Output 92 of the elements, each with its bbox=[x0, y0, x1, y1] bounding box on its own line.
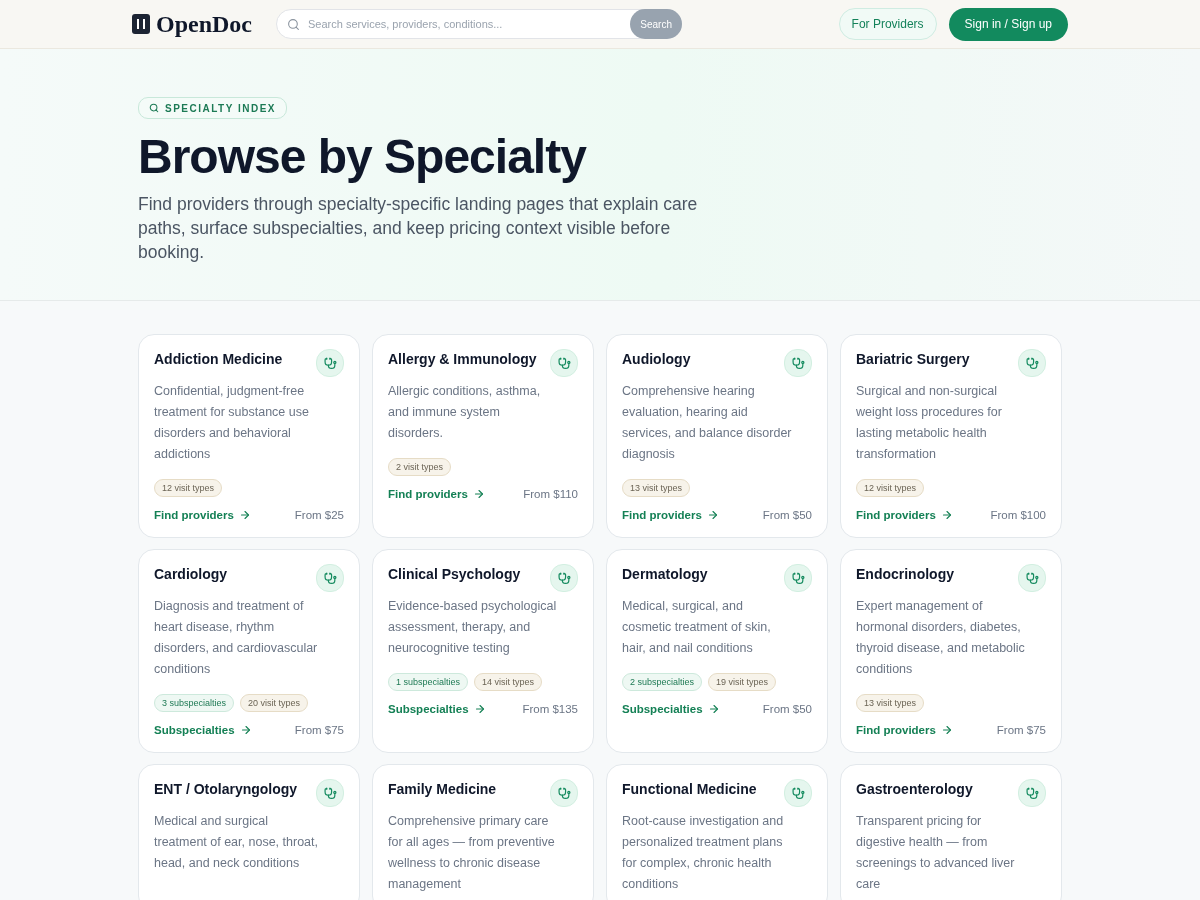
card-title: Endocrinology bbox=[856, 566, 954, 582]
visit-count-tag: 12 visit types bbox=[154, 479, 223, 497]
card-title: Gastroenterology bbox=[856, 781, 973, 797]
card-title: Dermatology bbox=[622, 566, 708, 582]
arrow-icon bbox=[473, 703, 486, 715]
stethoscope-icon bbox=[1018, 779, 1046, 807]
arrow-icon bbox=[472, 488, 485, 500]
card-description: Allergic conditions, asthma, and immune system disorders. bbox=[388, 383, 542, 442]
specialty-card[interactable]: Addiction Medicine Confidential, judgment-free treatment for substance use disorders and behavioral addictions 12 visit types Find providers From $25 bbox=[138, 334, 360, 538]
specialty-card[interactable]: Cardiology Diagnosis and treatment of heart disease, rhythm disorders, and cardiovascular conditions 3 subspecialties 20 visit types Subspecialties From $75 bbox=[138, 549, 360, 753]
search-icon bbox=[287, 17, 300, 31]
card-link[interactable]: Find providers bbox=[856, 724, 953, 736]
visit-count-tag: 14 visit types bbox=[474, 673, 543, 691]
specialty-card[interactable]: Dermatology Medical, surgical, and cosmetic treatment of skin, hair, and nail conditions 2 subspecialties 19 visit types Subspecialties From $50 bbox=[606, 549, 828, 753]
visit-count-tag: 13 visit types bbox=[856, 694, 925, 712]
card-description: Transparent pricing for digestive health — from screenings to advanced liver care bbox=[856, 813, 1016, 893]
card-description: Root-cause investigation and personalized treatment plans for complex, chronic health conditions bbox=[622, 813, 785, 893]
stethoscope-icon bbox=[1018, 349, 1046, 377]
stethoscope-icon bbox=[550, 349, 578, 377]
card-description: Evidence-based psychological assessment, therapy, and neurocognitive testing bbox=[388, 598, 558, 657]
logo-icon bbox=[132, 14, 150, 34]
card-description: Surgical and non-surgical weight loss procedures for lasting metabolic health transformation bbox=[856, 383, 1003, 463]
stethoscope-icon bbox=[784, 349, 812, 377]
visit-count-tag: 20 visit types bbox=[240, 694, 309, 712]
price-label: From $75 bbox=[294, 724, 344, 736]
subspecialty-count-tag: 3 subspecialties bbox=[154, 694, 235, 712]
for-providers-button[interactable]: For Providers bbox=[838, 8, 937, 40]
card-link[interactable]: Find providers bbox=[856, 509, 953, 521]
card-title: Clinical Psychology bbox=[388, 566, 521, 582]
price-label: From $25 bbox=[294, 509, 344, 521]
card-link[interactable]: Find providers bbox=[622, 509, 719, 521]
price-label: From $100 bbox=[990, 509, 1046, 521]
specialty-card[interactable]: Bariatric Surgery Surgical and non-surgical weight loss procedures for lasting metabolic health transformation 12 visit types Find providers From $100 bbox=[840, 334, 1062, 538]
stethoscope-icon bbox=[316, 779, 344, 807]
card-description: Diagnosis and treatment of heart disease, rhythm disorders, and cardiovascular conditions bbox=[154, 598, 319, 678]
specialty-card[interactable]: Gastroenterology Transparent pricing for digestive health — from screenings to advanced liver care bbox=[840, 764, 1062, 900]
specialty-card[interactable]: Clinical Psychology Evidence-based psychological assessment, therapy, and neurocognitive testing 1 subspecialties 14 visit types Subspecialties From $135 bbox=[372, 549, 594, 753]
card-title: Cardiology bbox=[154, 566, 228, 582]
search-icon bbox=[149, 103, 159, 113]
price-label: From $50 bbox=[762, 509, 812, 521]
card-title: ENT / Otolaryngology bbox=[154, 781, 298, 797]
card-link[interactable]: Subspecialties bbox=[622, 703, 720, 715]
subspecialty-count-tag: 1 subspecialties bbox=[388, 673, 469, 691]
card-link[interactable]: Find providers bbox=[154, 509, 251, 521]
card-link[interactable]: Subspecialties bbox=[388, 703, 486, 715]
card-title: Audiology bbox=[622, 351, 691, 367]
card-description: Confidential, judgment-free treatment for substance use disorders and behavioral addictions bbox=[154, 383, 310, 463]
specialty-card[interactable]: Endocrinology Expert management of hormonal disorders, diabetes, thyroid disease, and metabolic conditions 13 visit types Find providers From $75 bbox=[840, 549, 1062, 753]
stethoscope-icon bbox=[1018, 564, 1046, 592]
specialty-card[interactable]: Functional Medicine Root-cause investigation and personalized treatment plans for complex, chronic health conditions bbox=[606, 764, 828, 900]
card-description: Expert management of hormonal disorders, diabetes, thyroid disease, and metabolic conditions bbox=[856, 598, 1026, 678]
stethoscope-icon bbox=[550, 779, 578, 807]
card-link[interactable]: Find providers bbox=[388, 488, 485, 500]
card-title: Functional Medicine bbox=[622, 781, 757, 797]
arrow-icon bbox=[940, 724, 953, 736]
specialty-card[interactable]: Family Medicine Comprehensive primary care for all ages — from preventive wellness to chronic disease management bbox=[372, 764, 594, 900]
visit-count-tag: 19 visit types bbox=[708, 673, 777, 691]
price-label: From $50 bbox=[762, 703, 812, 715]
visit-count-tag: 12 visit types bbox=[856, 479, 925, 497]
arrow-icon bbox=[940, 509, 953, 521]
price-label: From $75 bbox=[996, 724, 1046, 736]
stethoscope-icon bbox=[550, 564, 578, 592]
page-title: Browse by Specialty bbox=[138, 129, 588, 184]
price-label: From $110 bbox=[523, 488, 578, 500]
stethoscope-icon bbox=[316, 564, 344, 592]
sign-in-button[interactable]: Sign in / Sign up bbox=[948, 7, 1068, 41]
card-title: Allergy & Immunology bbox=[388, 351, 537, 367]
card-title: Bariatric Surgery bbox=[856, 351, 970, 367]
specialty-card[interactable]: ENT / Otolaryngology Medical and surgical treatment of ear, nose, throat, head, and neck conditions bbox=[138, 764, 360, 900]
stethoscope-icon bbox=[316, 349, 344, 377]
logo-text: OpenDoc bbox=[156, 10, 252, 38]
specialty-card[interactable]: Audiology Comprehensive hearing evaluation, hearing aid services, and balance disorder diagnosis 13 visit types Find providers From $50 bbox=[606, 334, 828, 538]
visit-count-tag: 13 visit types bbox=[622, 479, 691, 497]
arrow-icon bbox=[238, 509, 251, 521]
card-description: Medical and surgical treatment of ear, nose, throat, head, and neck conditions bbox=[154, 813, 319, 872]
page-subtitle: Find providers through specialty-specific landing pages that explain care paths, surface subspecialties, and keep pricing context visible before booking. bbox=[138, 193, 699, 264]
subspecialty-count-tag: 2 subspecialties bbox=[622, 673, 703, 691]
price-label: From $135 bbox=[522, 703, 578, 715]
stethoscope-icon bbox=[784, 564, 812, 592]
stethoscope-icon bbox=[784, 779, 812, 807]
arrow-icon bbox=[706, 509, 719, 521]
card-description: Comprehensive hearing evaluation, hearing aid services, and balance disorder diagnosis bbox=[622, 383, 792, 463]
card-description: Comprehensive primary care for all ages — from preventive wellness to chronic disease management bbox=[388, 813, 556, 893]
card-description: Medical, surgical, and cosmetic treatment of skin, hair, and nail conditions bbox=[622, 598, 772, 657]
arrow-icon bbox=[707, 703, 720, 715]
specialty-card[interactable]: Allergy & Immunology Allergic conditions, asthma, and immune system disorders. 2 visit types Find providers From $110 bbox=[372, 334, 594, 538]
visit-count-tag: 2 visit types bbox=[388, 458, 452, 476]
card-title: Addiction Medicine bbox=[154, 351, 283, 367]
card-link[interactable]: Subspecialties bbox=[154, 724, 252, 736]
card-title: Family Medicine bbox=[388, 781, 497, 797]
arrow-icon bbox=[239, 724, 252, 736]
badge-label: SPECIALTY INDEX bbox=[165, 102, 277, 114]
